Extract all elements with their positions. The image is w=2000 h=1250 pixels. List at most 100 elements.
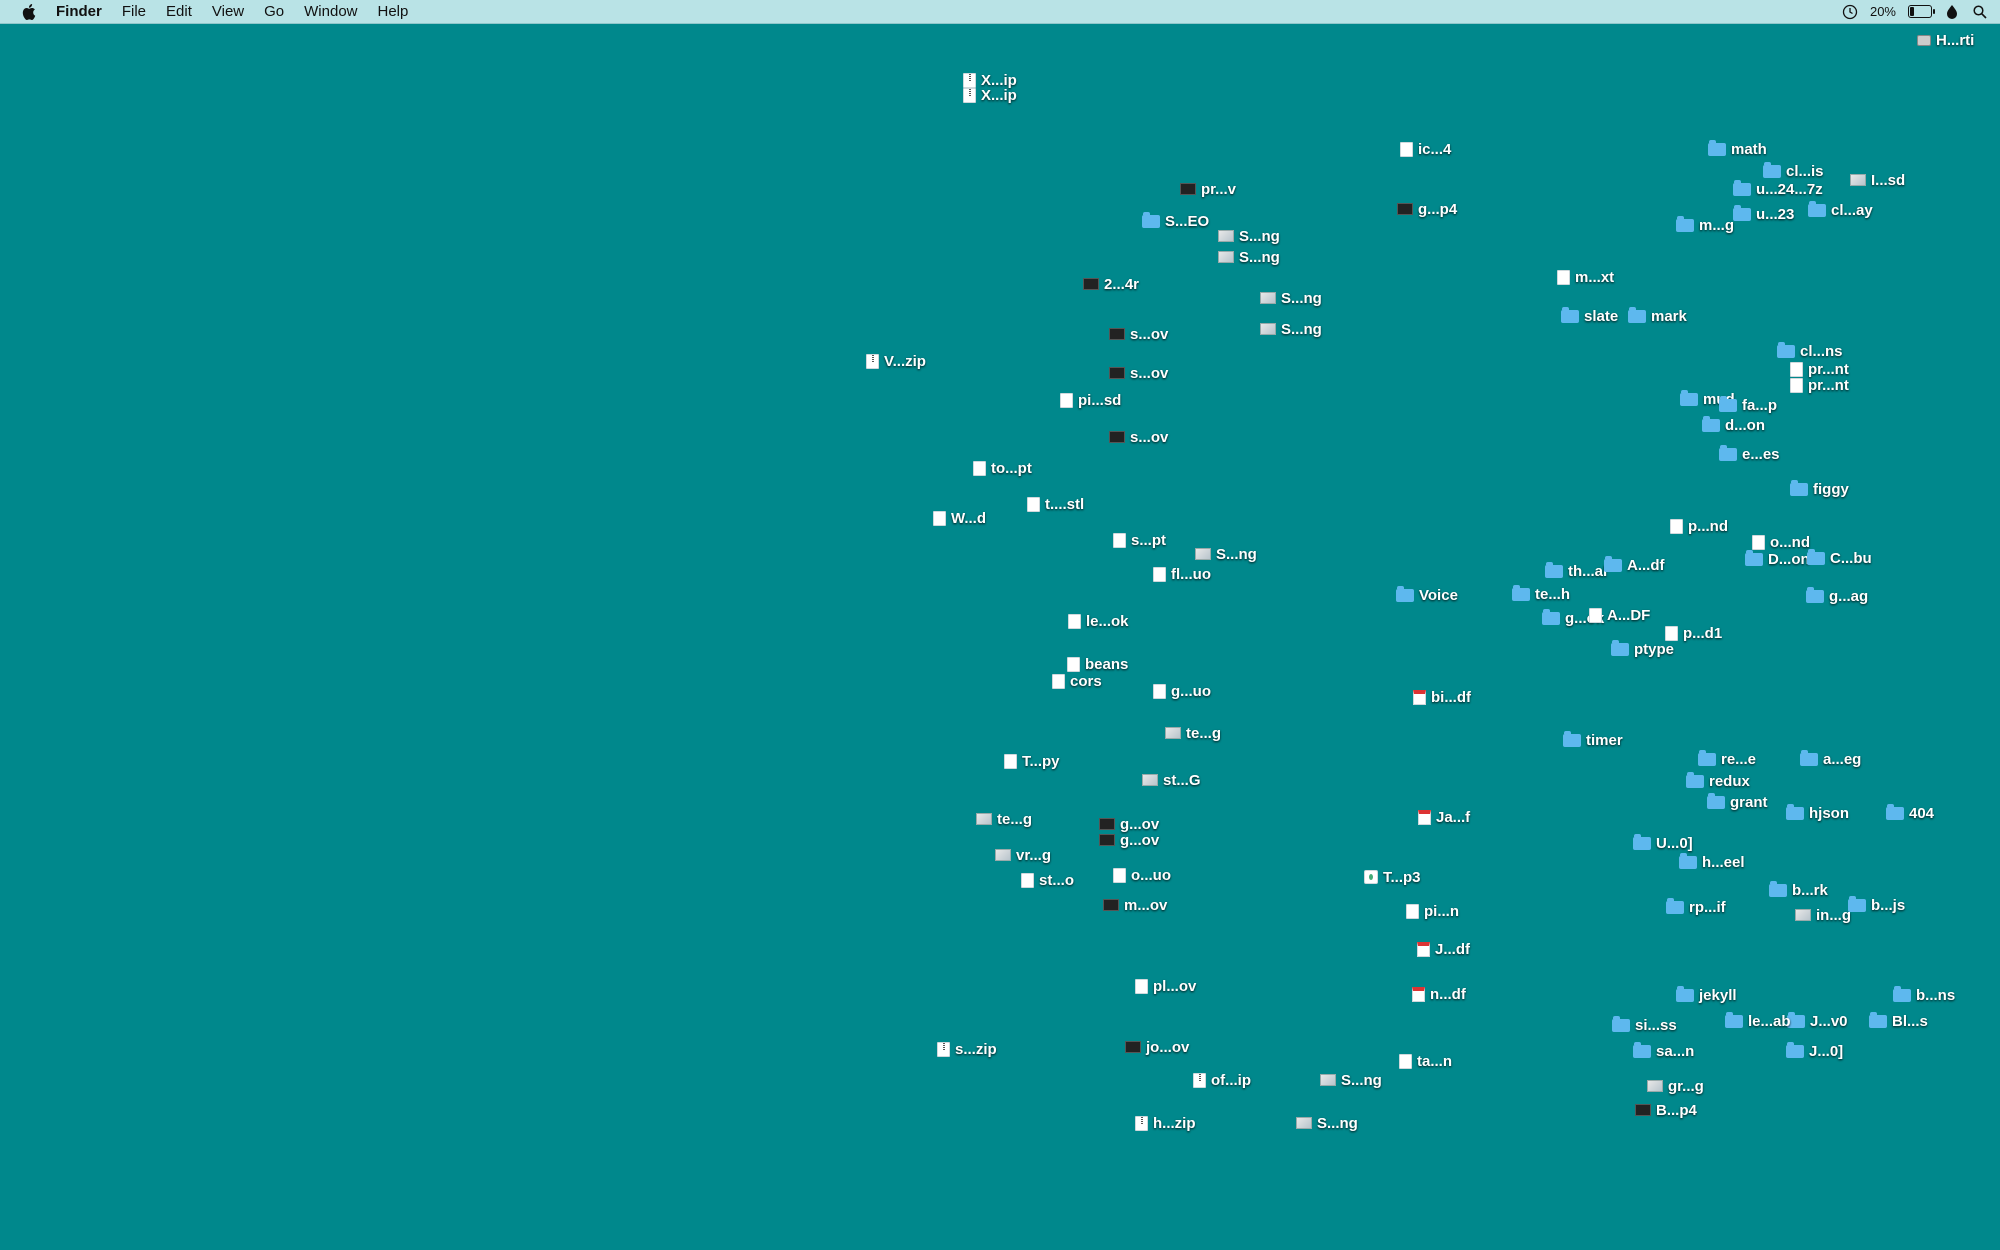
desktop-item-image[interactable]: S...ng bbox=[1195, 545, 1257, 563]
desktop-item-zip[interactable]: h...zip bbox=[1135, 1114, 1196, 1132]
desktop-item-folder[interactable]: b...rk bbox=[1769, 880, 1828, 899]
desktop-item-doc[interactable]: T...py bbox=[1004, 752, 1060, 770]
desktop-item-video[interactable]: B...p4 bbox=[1635, 1101, 1697, 1119]
desktop-item-folder[interactable]: b...js bbox=[1848, 895, 1905, 914]
menu-help[interactable]: Help bbox=[368, 3, 419, 20]
desktop-item-folder[interactable]: mark bbox=[1628, 306, 1687, 325]
desktop-item-folder[interactable]: h...eel bbox=[1679, 852, 1745, 871]
desktop-item-doc[interactable]: o...uo bbox=[1113, 866, 1171, 884]
desktop-item-audio[interactable]: T...p3 bbox=[1364, 868, 1421, 886]
desktop-item-image[interactable]: vr...g bbox=[995, 846, 1051, 864]
desktop-item-folder[interactable]: a...eg bbox=[1800, 749, 1861, 768]
desktop-item-pdf[interactable]: Ja...f bbox=[1418, 808, 1470, 826]
desktop-item-pdf[interactable]: bi...df bbox=[1413, 688, 1471, 706]
menu-window[interactable]: Window bbox=[294, 3, 367, 20]
desktop-item-folder[interactable]: rp...if bbox=[1666, 897, 1726, 916]
desktop-item-image[interactable]: S...ng bbox=[1218, 227, 1280, 245]
desktop-item-folder[interactable]: jekyll bbox=[1676, 985, 1737, 1004]
desktop-item-doc[interactable]: o...nd bbox=[1752, 533, 1810, 551]
desktop-item-doc[interactable]: pi...sd bbox=[1060, 391, 1121, 409]
desktop-item-folder[interactable]: cl...ay bbox=[1808, 200, 1873, 219]
desktop-item-zip[interactable]: s...zip bbox=[937, 1040, 997, 1058]
desktop-item-folder[interactable]: Bl...s bbox=[1869, 1011, 1928, 1030]
time-machine-icon[interactable] bbox=[1842, 4, 1858, 20]
desktop-item-folder[interactable]: d...on bbox=[1702, 415, 1765, 434]
desktop-item-zip[interactable]: of...ip bbox=[1193, 1071, 1251, 1089]
desktop-item-video[interactable]: s...ov bbox=[1109, 364, 1168, 382]
desktop-item-image[interactable]: in...g bbox=[1795, 906, 1851, 924]
desktop-item-video[interactable]: s...ov bbox=[1109, 428, 1168, 446]
desktop-item-folder[interactable]: J...0] bbox=[1786, 1041, 1843, 1060]
desktop-item-image[interactable]: S...ng bbox=[1260, 289, 1322, 307]
apple-logo-icon[interactable] bbox=[20, 3, 38, 21]
desktop-item-video[interactable]: g...p4 bbox=[1397, 200, 1457, 218]
desktop-item-image[interactable]: gr...g bbox=[1647, 1077, 1704, 1095]
desktop-item-doc[interactable]: s...pt bbox=[1113, 531, 1166, 549]
desktop-item-folder[interactable]: 404 bbox=[1886, 803, 1934, 822]
desktop-item-doc[interactable]: W...d bbox=[933, 509, 986, 527]
desktop-item-folder[interactable]: S...EO bbox=[1142, 211, 1209, 230]
desktop-item-video[interactable]: s...ov bbox=[1109, 325, 1168, 343]
desktop-item-disk[interactable]: H...rti bbox=[1917, 31, 1974, 49]
desktop-item-doc[interactable]: st...o bbox=[1021, 871, 1074, 889]
menu-go[interactable]: Go bbox=[254, 3, 294, 20]
desktop-item-video[interactable]: m...ov bbox=[1103, 896, 1167, 914]
desktop-item-folder[interactable]: b...ns bbox=[1893, 985, 1955, 1004]
menu-view[interactable]: View bbox=[202, 3, 254, 20]
desktop-item-folder[interactable]: e...es bbox=[1719, 444, 1780, 463]
desktop-item-doc[interactable]: A...DF bbox=[1589, 606, 1650, 624]
desktop-item-zip[interactable]: X...ip bbox=[963, 86, 1017, 104]
desktop-item-video[interactable]: g...ov bbox=[1099, 831, 1159, 849]
desktop-item-image[interactable]: S...ng bbox=[1320, 1071, 1382, 1089]
desktop-item-folder[interactable]: J...v0 bbox=[1787, 1011, 1848, 1030]
desktop-item-video[interactable]: 2...4r bbox=[1083, 275, 1139, 293]
desktop-item-doc[interactable]: le...ok bbox=[1068, 612, 1129, 630]
desktop-item-doc[interactable]: beans bbox=[1067, 655, 1128, 673]
desktop-item-folder[interactable]: u...24...7z bbox=[1733, 179, 1823, 198]
desktop-item-image[interactable]: S...ng bbox=[1218, 248, 1280, 266]
desktop-item-folder[interactable]: timer bbox=[1563, 730, 1623, 749]
desktop-item-doc[interactable]: pr...nt bbox=[1790, 376, 1849, 394]
desktop-item-doc[interactable]: pl...ov bbox=[1135, 977, 1196, 995]
desktop-item-doc[interactable]: p...nd bbox=[1670, 517, 1728, 535]
dark-mode-icon[interactable] bbox=[1944, 4, 1960, 20]
desktop-item-folder[interactable]: u...23 bbox=[1733, 204, 1794, 223]
desktop-item-folder[interactable]: C...bu bbox=[1807, 548, 1872, 567]
desktop-item-folder[interactable]: Voice bbox=[1396, 585, 1458, 604]
desktop-item-zip[interactable]: V...zip bbox=[866, 352, 926, 370]
desktop-item-pdf[interactable]: n...df bbox=[1412, 985, 1466, 1003]
desktop-item-video[interactable]: pr...v bbox=[1180, 180, 1236, 198]
desktop-item-folder[interactable]: le...ab bbox=[1725, 1011, 1791, 1030]
menu-file[interactable]: File bbox=[112, 3, 156, 20]
desktop-item-folder[interactable]: g...ag bbox=[1806, 586, 1868, 605]
desktop-item-folder[interactable]: re...e bbox=[1698, 749, 1756, 768]
desktop-item-image[interactable]: S...ng bbox=[1296, 1114, 1358, 1132]
desktop-item-doc[interactable]: ta...n bbox=[1399, 1052, 1452, 1070]
spotlight-search-icon[interactable] bbox=[1972, 4, 1988, 20]
desktop-item-folder[interactable]: te...h bbox=[1512, 584, 1570, 603]
desktop-item-image[interactable]: S...ng bbox=[1260, 320, 1322, 338]
desktop-item-folder[interactable]: m...g bbox=[1676, 215, 1734, 234]
desktop-item-doc[interactable]: cors bbox=[1052, 672, 1102, 690]
desktop-item-folder[interactable]: grant bbox=[1707, 792, 1768, 811]
desktop-item-folder[interactable]: D...on bbox=[1745, 549, 1810, 568]
desktop-item-folder[interactable]: A...df bbox=[1604, 555, 1665, 574]
desktop-item-doc[interactable]: ic...4 bbox=[1400, 140, 1451, 158]
desktop-item-folder[interactable]: cl...is bbox=[1763, 161, 1824, 180]
desktop-item-doc[interactable]: m...xt bbox=[1557, 268, 1614, 286]
menu-edit[interactable]: Edit bbox=[156, 3, 202, 20]
desktop-item-image[interactable]: I...sd bbox=[1850, 171, 1905, 189]
desktop-item-doc[interactable]: pi...n bbox=[1406, 902, 1459, 920]
desktop-item-folder[interactable]: hjson bbox=[1786, 803, 1849, 822]
desktop-item-image[interactable]: te...g bbox=[1165, 724, 1221, 742]
desktop-item-folder[interactable]: fa...p bbox=[1719, 395, 1777, 414]
desktop-item-pdf[interactable]: J...df bbox=[1417, 940, 1470, 958]
desktop-item-folder[interactable]: math bbox=[1708, 139, 1767, 158]
desktop-item-doc[interactable]: t....stl bbox=[1027, 495, 1084, 513]
battery-icon[interactable] bbox=[1908, 5, 1935, 18]
desktop-item-doc[interactable]: g...uo bbox=[1153, 682, 1211, 700]
desktop-item-doc[interactable]: fl...uo bbox=[1153, 565, 1211, 583]
desktop-item-folder[interactable]: redux bbox=[1686, 771, 1750, 790]
desktop-item-folder[interactable]: U...0] bbox=[1633, 833, 1693, 852]
desktop-item-folder[interactable]: sa...n bbox=[1633, 1041, 1694, 1060]
